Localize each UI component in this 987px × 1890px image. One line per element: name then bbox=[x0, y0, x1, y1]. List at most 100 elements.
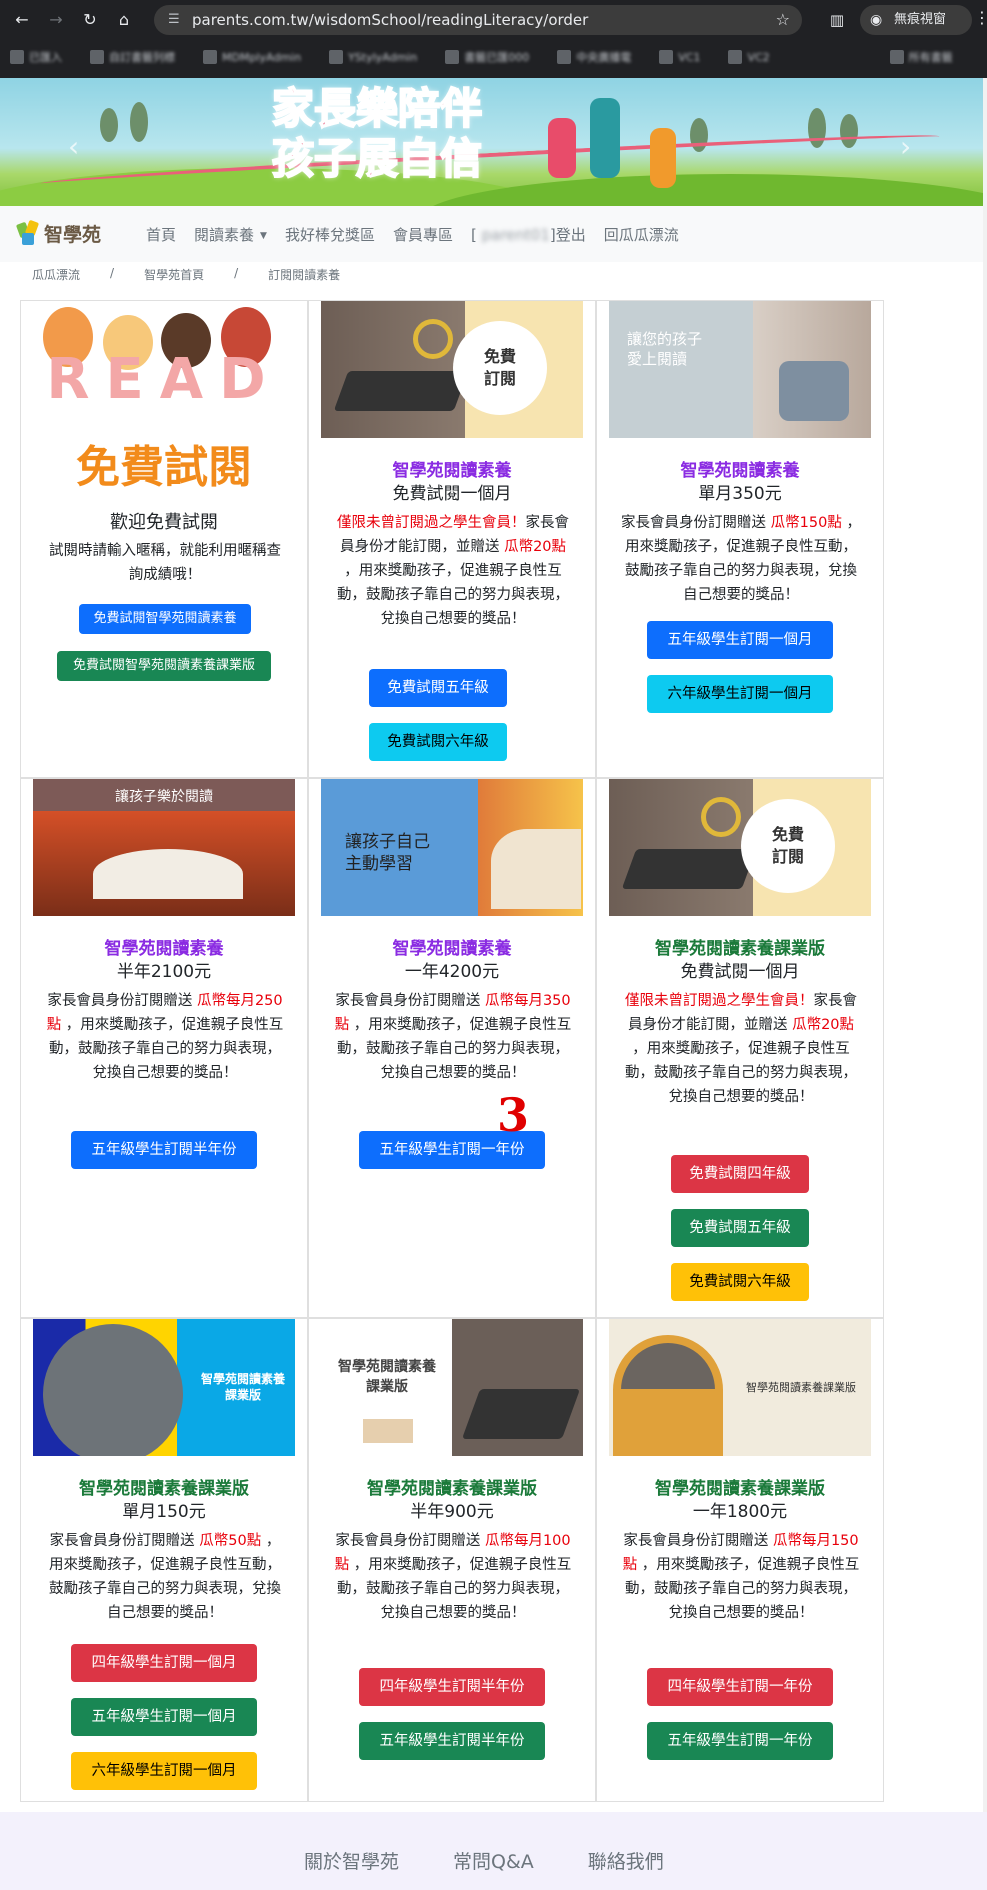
carousel-prev-icon[interactable]: ‹ bbox=[68, 130, 79, 163]
nav-reading-dropdown[interactable]: 閱讀素養 ▼ bbox=[194, 224, 267, 245]
forward-icon[interactable]: → bbox=[44, 8, 68, 32]
grade4-monthly-button[interactable]: 四年級學生訂閱一個月 bbox=[71, 1644, 257, 1682]
home-icon[interactable]: ⌂ bbox=[112, 8, 136, 32]
bookmark-star-icon[interactable]: ☆ bbox=[776, 5, 790, 35]
grade6-monthly-button[interactable]: 六年級學生訂閱一個月 bbox=[647, 675, 833, 713]
address-bar[interactable]: ☰ parents.com.tw/wisdomSchool/readingLit… bbox=[154, 5, 802, 35]
nav-member[interactable]: 會員專區 bbox=[393, 224, 453, 245]
nav-logout[interactable]: [ parent01]登出 bbox=[471, 224, 586, 245]
card-description: 家長會員身份訂閱贈送 瓜幣50點 ，用來獎勵孩子，促進親子良性互動，鼓勵孩子靠自… bbox=[45, 1529, 285, 1625]
desc-black-1: 家長會員身份訂閱贈送 bbox=[335, 993, 481, 1009]
site-logo[interactable]: 智學苑 bbox=[15, 219, 102, 247]
nav-reading-label: 閱讀素養 bbox=[194, 226, 255, 244]
runner-figure bbox=[650, 128, 676, 188]
free-trial-grade6-button[interactable]: 免費試閱六年級 bbox=[369, 723, 507, 761]
runner-figure bbox=[548, 118, 576, 178]
footer-faq-link[interactable]: 常問Q&A bbox=[453, 1847, 534, 1874]
free-trial-grade5-button[interactable]: 免費試閱五年級 bbox=[369, 669, 507, 707]
browser-chrome: ← → ↻ ⌂ ☰ parents.com.tw/wisdomSchool/re… bbox=[0, 0, 987, 78]
read-letters: READ bbox=[46, 347, 282, 412]
incognito-indicator[interactable]: ◉ 無痕視窗 bbox=[860, 5, 972, 35]
bookmark-item[interactable]: 所有書籤 bbox=[889, 49, 953, 65]
side-panel-icon[interactable]: ▥ bbox=[826, 9, 848, 31]
card-image: 智學苑閱讀素養 課業版 bbox=[33, 1319, 295, 1456]
free-subscribe-badge: 免費 訂閱 bbox=[453, 321, 547, 415]
footer-about-link[interactable]: 關於智學苑 bbox=[304, 1847, 399, 1874]
card-title: 智學苑閱讀素養課業版 bbox=[655, 939, 825, 959]
bookmark-item[interactable]: MDMplyAdmin bbox=[203, 50, 301, 64]
logo-text: 智學苑 bbox=[44, 224, 102, 246]
grade5-halfyear-button[interactable]: 五年級學生訂閱半年份 bbox=[71, 1131, 257, 1169]
card-description: 家長會員身份訂閱贈送 瓜幣每月350點 ，用來獎勵孩子，促進親子良性互動，鼓勵孩… bbox=[333, 989, 573, 1085]
nav-home[interactable]: 首頁 bbox=[146, 224, 176, 245]
card-description: 家長會員身份訂閱贈送 瓜幣每月250點 ，用來獎勵孩子，促進親子良性互動，鼓勵孩… bbox=[45, 989, 285, 1085]
card-image: 智學苑閱讀素養 課業版 bbox=[321, 1319, 583, 1456]
card-subtitle: 歡迎免費試閱 bbox=[110, 512, 218, 533]
desc-black-2: ，用來獎勵孩子，促進親子良性互動，鼓勵孩子靠自己的努力與表現，兌換自己想要的獎品… bbox=[337, 563, 569, 627]
desc-red-2: 瓜幣20點 bbox=[792, 1017, 855, 1033]
breadcrumb-item[interactable]: 智學苑首頁 bbox=[144, 266, 204, 283]
bookmark-item[interactable]: 自訂書籤列標 bbox=[90, 49, 175, 65]
plan-card-reading-free-month: 免費 訂閱 智學苑閱讀素養 免費試閱一個月 僅限未曾訂閱過之學生會員！家長會員身… bbox=[308, 300, 596, 778]
bookmark-item[interactable]: 已匯入 bbox=[10, 49, 62, 65]
footer-contact-link[interactable]: 聯絡我們 bbox=[588, 1847, 664, 1874]
desc-red: 瓜幣150點 bbox=[770, 515, 842, 531]
grade5-monthly-button[interactable]: 五年級學生訂閱一個月 bbox=[71, 1698, 257, 1736]
card-image: 智學苑閱讀素養課業版 bbox=[609, 1319, 871, 1456]
reload-icon[interactable]: ↻ bbox=[78, 8, 102, 32]
card-title: 智學苑閱讀素養課業版 bbox=[367, 1479, 537, 1499]
bookmark-item[interactable]: 書籤已匯000 bbox=[445, 49, 529, 65]
nav-back-gugua[interactable]: 回瓜瓜漂流 bbox=[604, 224, 679, 245]
scrollbar[interactable] bbox=[983, 78, 987, 1812]
back-icon[interactable]: ← bbox=[10, 8, 34, 32]
card-subtitle: 免費試閱一個月 bbox=[680, 962, 800, 982]
grade4-yearly-button[interactable]: 四年級學生訂閱一年份 bbox=[647, 1668, 833, 1706]
card-image: 免費 訂閱 bbox=[321, 301, 583, 438]
desc-black-1: 家長會員身份訂閱贈送 bbox=[49, 1533, 195, 1549]
site-settings-icon[interactable]: ☰ bbox=[168, 5, 180, 35]
desc-black-1: 家長會員身份訂閱贈送 bbox=[623, 1533, 769, 1549]
card-subtitle: 半年2100元 bbox=[116, 962, 212, 982]
card-image: READ bbox=[33, 301, 295, 438]
carousel-next-icon[interactable]: › bbox=[900, 130, 911, 163]
bookmark-item[interactable]: VC2 bbox=[728, 50, 770, 64]
bookmark-item[interactable]: 中央廣播電 bbox=[557, 49, 631, 65]
bookmark-item[interactable]: YStylyAdmin bbox=[329, 50, 417, 64]
grade5-yearly-button[interactable]: 五年級學生訂閱一年份 bbox=[647, 1722, 833, 1760]
card-title: 智學苑閱讀素養 bbox=[680, 461, 800, 481]
card-description: 家長會員身份訂閱贈送 瓜幣每月150點 ，用來獎勵孩子，促進親子良性互動，鼓勵孩… bbox=[621, 1529, 861, 1625]
card-image: 免費 訂閱 bbox=[609, 779, 871, 916]
grade6-monthly-button[interactable]: 六年級學生訂閱一個月 bbox=[71, 1752, 257, 1790]
plan-card-course-monthly: 智學苑閱讀素養 課業版 智學苑閱讀素養課業版 單月150元 家長會員身份訂閱贈送… bbox=[20, 1318, 308, 1802]
logo-icon bbox=[15, 219, 40, 247]
free-trial-reading-button[interactable]: 免費試閱智學苑閱讀素養 bbox=[79, 604, 251, 634]
nav-rewards[interactable]: 我好棒兌獎區 bbox=[285, 224, 375, 245]
card-description: 僅限未曾訂閱過之學生會員！家長會員身份才能訂閱，並贈送 瓜幣20點 ，用來獎勵孩… bbox=[621, 989, 861, 1109]
free-trial-grade6-button[interactable]: 免費試閱六年級 bbox=[671, 1263, 809, 1301]
card-subtitle: 單月350元 bbox=[698, 484, 782, 504]
bookmark-item[interactable]: VC1 bbox=[659, 50, 700, 64]
card-description: 試閱時請輸入暱稱，就能利用暱稱查詢成績哦！ bbox=[49, 543, 281, 583]
banner-title: 家長樂陪伴 孩子展自信 bbox=[242, 83, 512, 184]
desc-red-1: 僅限未曾訂閱過之學生會員！ bbox=[337, 515, 526, 531]
incognito-icon: ◉ bbox=[870, 12, 883, 28]
free-trial-reading-course-button[interactable]: 免費試閱智學苑閱讀素養課業版 bbox=[57, 651, 271, 681]
card-image: 讓孩子樂於閱讀 bbox=[33, 779, 295, 916]
card-image: 讓您的孩子 愛上閱讀 bbox=[609, 301, 871, 438]
free-trial-grade4-button[interactable]: 免費試閱四年級 bbox=[671, 1155, 809, 1193]
bookmarks-bar: 已匯入 自訂書籤列標 MDMplyAdmin YStylyAdmin 書籤已匯0… bbox=[0, 42, 987, 72]
breadcrumb-item[interactable]: 瓜瓜漂流 bbox=[32, 266, 80, 283]
free-trial-grade5-button[interactable]: 免費試閱五年級 bbox=[671, 1209, 809, 1247]
menu-icon[interactable]: ⋮ bbox=[974, 8, 987, 27]
breadcrumb: 瓜瓜漂流 / 智學苑首頁 / 訂閱閱讀素養 bbox=[32, 266, 340, 283]
plan-card-reading-monthly: 讓您的孩子 愛上閱讀 智學苑閱讀素養 單月350元 家長會員身份訂閱贈送 瓜幣1… bbox=[596, 300, 884, 778]
grade5-halfyear-button[interactable]: 五年級學生訂閱半年份 bbox=[359, 1722, 545, 1760]
gold-badge-icon bbox=[413, 319, 453, 359]
card-title: 智學苑閱讀素養 bbox=[392, 939, 512, 959]
grade4-halfyear-button[interactable]: 四年級學生訂閱半年份 bbox=[359, 1668, 545, 1706]
card-title: 智學苑閱讀素養課業版 bbox=[655, 1479, 825, 1499]
grade5-monthly-button[interactable]: 五年級學生訂閱一個月 bbox=[647, 621, 833, 659]
banner-line-2: 孩子展自信 bbox=[271, 133, 483, 184]
desc-red-1: 僅限未曾訂閱過之學生會員！ bbox=[625, 993, 814, 1009]
card-description: 家長會員身份訂閱贈送 瓜幣每月100點 ，用來獎勵孩子，促進親子良性互動，鼓勵孩… bbox=[333, 1529, 573, 1625]
